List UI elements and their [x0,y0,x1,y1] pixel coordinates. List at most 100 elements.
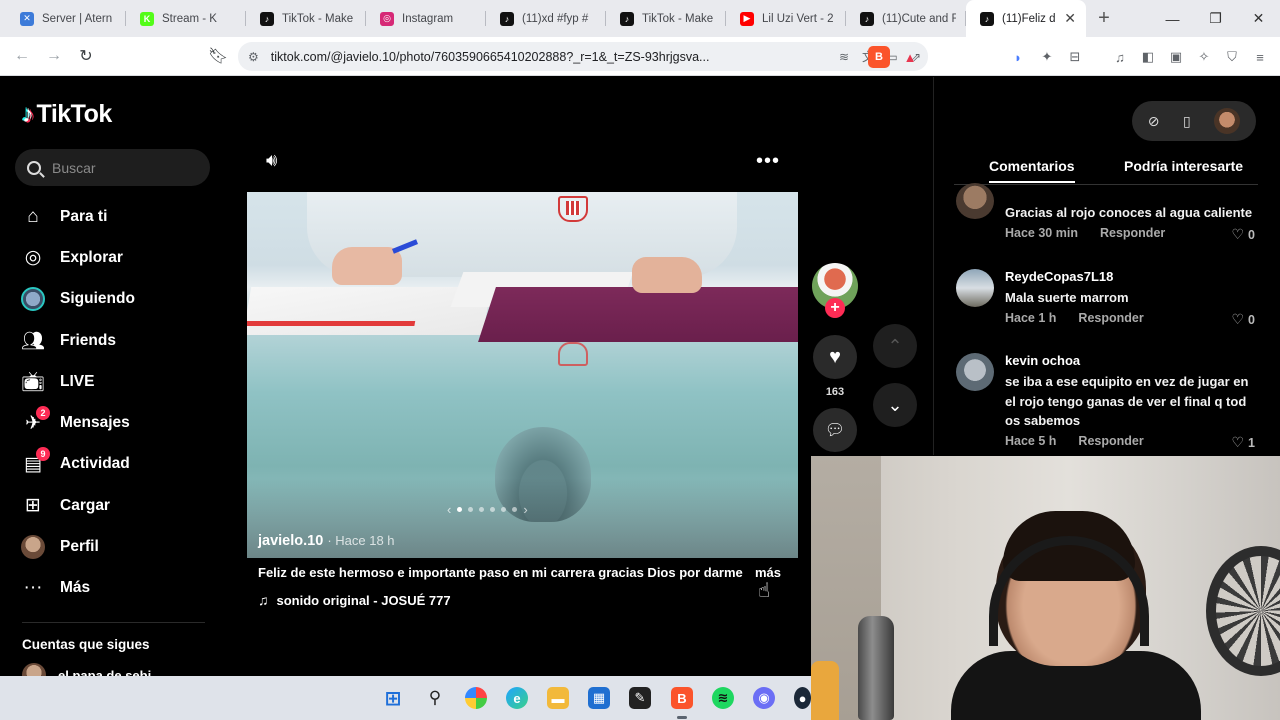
tab-label: TikTok - Make [642,12,714,25]
browser-tab[interactable]: ♪ TikTok - Make [246,0,366,37]
carousel-next-icon[interactable]: › [523,502,527,517]
profile-avatar-icon [19,533,47,561]
browser-tab[interactable]: ♪ (11)xd #fyp # [486,0,606,37]
leo-ai-icon[interactable]: ✧ [1193,46,1215,68]
spotify-icon[interactable]: ≋ [712,687,734,709]
comment-avatar[interactable] [956,183,994,219]
post-author-name[interactable]: javielo.10 [258,533,323,549]
taskbar-search-icon[interactable]: ⚲ [424,687,446,709]
search-box[interactable] [15,149,210,186]
sidebar-item-perfil[interactable]: Perfil [19,526,214,567]
notepad-icon[interactable]: ✎ [629,687,651,709]
browser-tab[interactable]: ✕ Server | Atern [6,0,126,37]
url-text[interactable]: tiktok.com/@javielo.10/photo/76035906654… [271,50,832,64]
reload-button[interactable]: ↻ [72,42,100,70]
site-settings-icon[interactable]: ⚙ [248,50,259,64]
carousel-dot[interactable] [512,507,518,512]
tab-recommended[interactable]: Podría interesarte [1124,158,1243,174]
edge-icon[interactable]: e [506,687,528,709]
sidebar-item-label: Friends [60,331,116,349]
sidebar-item-label: Explorar [60,248,123,266]
wallet-icon[interactable]: ◗ [1007,46,1029,68]
post-sound-label[interactable]: sonido original - JOSUÉ 777 [277,593,451,608]
browser-tab[interactable]: ♪ (11)Feliz d ✕ [966,0,1086,37]
previous-post-button[interactable]: ⌃ [873,324,917,368]
tab-search-icon[interactable]: ⊟ [1064,46,1086,68]
speech-icon[interactable]: ≋ [832,50,856,64]
sidebar-item-más[interactable]: ··· Más [19,568,214,609]
comment-avatar[interactable] [956,269,994,307]
windows-start-icon[interactable]: ⊞ [382,687,404,710]
follow-plus-icon[interactable]: + [825,298,845,318]
media-icon[interactable]: ♫ [1109,46,1131,68]
more-options-icon[interactable]: ••• [756,150,780,173]
sidebar-item-mensajes[interactable]: ✈ 2 Mensajes [19,402,214,443]
comment-like[interactable]: ♡ 0 [1231,226,1255,243]
brave-taskbar-icon[interactable]: B [671,687,693,709]
carousel-prev-icon[interactable]: ‹ [447,502,451,517]
browser-tab[interactable]: ▶ Lil Uzi Vert - 2 [726,0,846,37]
reply-button[interactable]: Responder [1078,434,1143,451]
carousel-dot[interactable] [479,507,485,512]
extensions-icon[interactable]: ✦ [1036,46,1058,68]
tab-comments[interactable]: Comentarios [989,158,1075,183]
comment-avatar[interactable] [956,353,994,391]
comment-button[interactable]: 💬︎ [813,408,857,452]
search-input[interactable] [52,159,192,176]
reply-button[interactable]: Responder [1100,226,1165,243]
file-explorer-icon[interactable]: ▬ [547,687,569,709]
sidebar-item-cargar[interactable]: ⊞ Cargar [19,485,214,526]
wallet-card-icon[interactable]: ▣ [1165,46,1187,68]
volume-icon[interactable]: 🔊︎ [266,150,277,171]
sidebar-item-explorar[interactable]: ◎ Explorar [19,237,214,278]
comment-username[interactable]: ReydeCopas7L18 [1005,269,1113,284]
post-author[interactable]: javielo.10 · Hace 18 h [258,533,395,549]
comment-like[interactable]: ♡ 1 [1231,434,1255,451]
browser-tab[interactable]: ♪ TikTok - Make [606,0,726,37]
carousel-dot[interactable] [457,507,463,512]
menu-icon[interactable]: ≡ [1249,46,1271,68]
close-window-button[interactable]: ✕ [1237,0,1280,37]
new-tab-button[interactable]: + [1086,0,1122,37]
steam-icon[interactable]: ● [794,687,811,709]
discord-icon[interactable]: ◉ [753,687,775,709]
profile-avatar[interactable] [1214,108,1241,134]
carousel-dot[interactable] [501,507,507,512]
url-bar[interactable]: ⚙ tiktok.com/@javielo.10/photo/760359066… [238,42,928,71]
maximize-button[interactable]: ❐ [1194,0,1237,37]
sidebar-item-live[interactable]: 📺︎ LIVE [19,361,214,402]
store-icon[interactable]: ▦ [588,687,610,709]
reply-button[interactable]: Responder [1078,311,1143,328]
comment-text: Mala suerte marrom [1005,290,1129,305]
minimize-button[interactable]: — [1151,0,1194,37]
like-button[interactable]: ♥ [813,335,857,379]
tiktok-logo[interactable]: ♪ TikTok [22,100,112,129]
photo-hand-left [332,247,402,285]
sidebar-item-siguiendo[interactable]: Siguiendo [19,279,214,320]
back-button[interactable]: ← [8,42,36,70]
brave-shields-icon[interactable]: B [868,46,890,68]
sidebar-toggle-icon[interactable]: ◧ [1137,46,1159,68]
chrome-icon[interactable] [465,687,487,709]
post-photo[interactable]: ‹ › [247,192,798,558]
browser-tab[interactable]: ♪ (11)Cute and F [846,0,966,37]
comment-like[interactable]: ♡ 0 [1231,311,1255,328]
carousel-dot[interactable] [490,507,496,512]
brave-rewards-icon[interactable]: ▲ [899,46,921,68]
tab-close-icon[interactable]: ✕ [1064,10,1076,27]
sidebar-item-para-ti[interactable]: ⌂ Para ti [19,196,214,237]
sidebar-nav: ⌂ Para ti ◎ Explorar Siguiendo 👥︎ Friends 📺︎ LIV… [19,196,214,609]
browser-tab[interactable]: K Stream - K [126,0,246,37]
sidebar-item-actividad[interactable]: ▤ 9 Actividad [19,444,214,485]
carousel-dot[interactable] [468,507,474,512]
next-post-button[interactable]: ⌄ [873,383,917,427]
browser-tab[interactable]: ◎ Instagram [366,0,486,37]
sidebar-item-friends[interactable]: 👥︎ Friends [19,320,214,361]
forward-button[interactable]: → [40,42,68,70]
vpn-shield-icon[interactable]: ⛉ [1221,46,1243,68]
explore-compass-icon[interactable]: ⊘ [1148,113,1160,130]
comment-username[interactable]: kevin ochoa [1005,353,1080,368]
bookmark-icon[interactable]: 🔖︎ [204,42,232,70]
post-sound[interactable]: ♫ sonido original - JOSUÉ 777 [258,592,451,608]
device-icon[interactable]: ▯ [1183,113,1191,130]
